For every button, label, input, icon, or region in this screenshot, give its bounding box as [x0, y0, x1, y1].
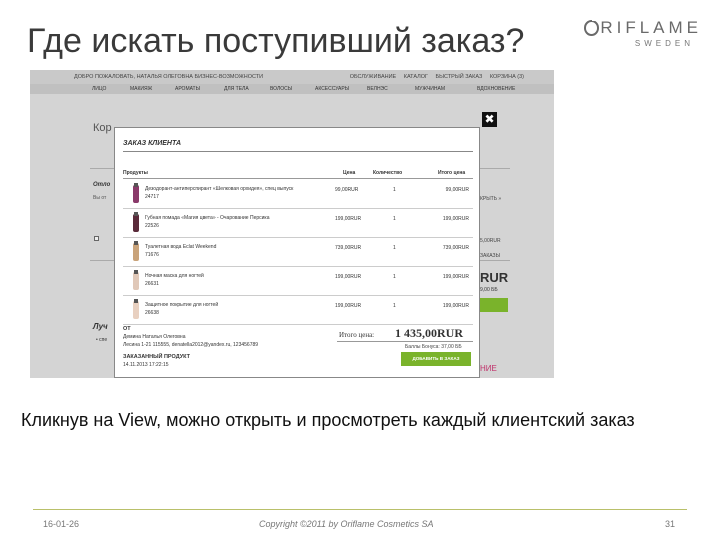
- product-price: 199,00RUR: [335, 216, 362, 222]
- topbar-link-service[interactable]: ОБСЛУЖИВАНИЕ: [350, 74, 397, 80]
- nav-item-wellness[interactable]: ВЕЛНЭС: [367, 86, 388, 92]
- order-row: Дезодорант-антиперспирант «Шелковая орхи…: [123, 180, 473, 209]
- product-name: Ночная маска для ногтей: [145, 273, 204, 279]
- order-row: Защитное покрытие для ногтей 26638 199,00R…: [123, 296, 473, 325]
- slide-title: Где искать поступивший заказ?: [27, 22, 525, 60]
- topbar-link-cart[interactable]: КОРЗИНА (3): [490, 74, 524, 80]
- order-row: Ночная маска для ногтей 26631 199,00RUR 1 19…: [123, 267, 473, 296]
- product-total: 99,00RUR: [445, 187, 469, 193]
- product-qty: 1: [393, 187, 396, 193]
- product-total: 199,00RUR: [442, 274, 469, 280]
- product-code: 22526: [145, 223, 159, 229]
- product-code: 26631: [145, 281, 159, 287]
- product-total: 199,00RUR: [442, 303, 469, 309]
- footer-date: 16-01-26: [43, 519, 80, 529]
- nav-item-makeup[interactable]: МАКИЯЖ: [130, 86, 152, 92]
- bg-page-heading: Кор: [93, 122, 112, 134]
- header-qty: Количество: [373, 170, 403, 176]
- bg-green-button[interactable]: [480, 298, 508, 312]
- bg-best-item: • спе: [96, 337, 108, 343]
- footer-copyright: Copyright ©2011 by Oriflame Cosmetics SA: [259, 519, 434, 529]
- bg-best-heading: Луч: [93, 322, 108, 331]
- header-divider: [123, 178, 473, 179]
- topbar-welcome: ДОБРО ПОЖАЛОВАТЬ, НАТАЛЬЯ ОЛЕГОВНА БИЗНЕ…: [74, 74, 264, 80]
- nav-item-hair[interactable]: ВОЛОСЫ: [270, 86, 292, 92]
- modal-close-button[interactable]: ✖: [482, 112, 497, 127]
- bg-bonus: 9,00 ББ: [480, 287, 498, 293]
- slide-caption: Кликнув на View, можно открыть и просмот…: [21, 410, 635, 430]
- sum-label: Итого цена:: [339, 331, 375, 339]
- from-label: ОТ: [123, 326, 131, 332]
- bg-section-text: Вы от: [93, 195, 107, 201]
- site-topbar: ДОБРО ПОЖАЛОВАТЬ, НАТАЛЬЯ ОЛЕГОВНА БИЗНЕ…: [30, 70, 554, 84]
- bg-orders-link[interactable]: ЗАКАЗЫ: [480, 253, 500, 259]
- product-code: 24717: [145, 194, 159, 200]
- product-total: 199,00RUR: [442, 216, 469, 222]
- product-total: 739,00RUR: [442, 245, 469, 251]
- product-qty: 1: [393, 245, 396, 251]
- topbar-links: ОБСЛУЖИВАНИЕ КАТАЛОГ БЫСТРЫЙ ЗАКАЗ КОРЗИ…: [344, 74, 524, 80]
- bg-section-heading: Отло: [93, 182, 111, 188]
- product-price: 199,00RUR: [335, 274, 362, 280]
- product-thumbnail: [127, 241, 145, 263]
- product-price: 739,00RUR: [335, 245, 362, 251]
- bg-open-link[interactable]: КРЫТЬ »: [480, 196, 501, 202]
- bg-total: RUR: [480, 270, 509, 285]
- footer-divider: [33, 509, 687, 510]
- logo-o-mark: [584, 17, 600, 36]
- product-code: 26638: [145, 310, 159, 316]
- header-total: Итого цена: [438, 170, 466, 176]
- bg-promo-text: НИЕ: [480, 364, 497, 373]
- footer-page-number: 31: [665, 519, 676, 529]
- product-name: Защитное покрытие для ногтей: [145, 302, 219, 308]
- modal-title-divider: [123, 151, 473, 152]
- nav-item-inspiration[interactable]: ВДОХНОВЕНИЕ: [477, 86, 515, 92]
- product-qty: 1: [393, 216, 396, 222]
- product-qty: 1: [393, 274, 396, 280]
- header-price: Цена: [343, 170, 356, 176]
- product-thumbnail: [127, 212, 145, 234]
- website-screenshot: ДОБРО ПОЖАЛОВАТЬ, НАТАЛЬЯ ОЛЕГОВНА БИЗНЕ…: [30, 70, 554, 378]
- bg-checkbox[interactable]: [94, 236, 99, 241]
- sum-divider: [337, 341, 473, 342]
- ordered-label: ЗАКАЗАННЫЙ ПРОДУКТ: [123, 354, 190, 360]
- topbar-link-quick-order[interactable]: БЫСТРЫЙ ЗАКАЗ: [436, 74, 483, 80]
- header-product: Продукты: [123, 170, 148, 176]
- nav-item-accessories[interactable]: АКСЕССУАРЫ: [315, 86, 349, 92]
- from-contact: Лесина 1-21 115555, denatella2012@yandex…: [123, 342, 259, 348]
- nav-item-face[interactable]: ЛИЦО: [92, 86, 106, 92]
- product-price: 199,00RUR: [335, 303, 362, 309]
- nav-item-men[interactable]: МУЖЧИНАМ: [415, 86, 445, 92]
- logo-sub: SWEDEN: [634, 39, 694, 48]
- product-name: Губная помада «Магия цвета» - Очарование…: [145, 215, 270, 221]
- product-thumbnail: [127, 270, 145, 292]
- customer-order-modal: ЗАКАЗ КЛИЕНТА Продукты Цена Количество И…: [114, 127, 480, 378]
- oriflame-logo: RIFLAME SWEDEN: [584, 17, 702, 50]
- order-row: Туалетная вода Eclat Weekend 71676 739,00R…: [123, 238, 473, 267]
- nav-item-body[interactable]: ДЛЯ ТЕЛА: [224, 86, 249, 92]
- product-price: 99,00RUR: [335, 187, 359, 193]
- site-nav: ЛИЦО МАКИЯЖ АРОМАТЫ ДЛЯ ТЕЛА ВОЛОСЫ АКСЕ…: [30, 84, 554, 94]
- logo-brand: RIFLAME: [584, 17, 702, 38]
- bonus-points: Баллы Бонуса: 37,00 ББ: [405, 344, 462, 350]
- product-name: Дезодорант-антиперспирант «Шелковая орхи…: [145, 186, 294, 192]
- product-thumbnail: [127, 299, 145, 321]
- bg-price: 5,00RUR: [480, 238, 501, 244]
- order-row: Губная помада «Магия цвета» - Очарование…: [123, 209, 473, 238]
- topbar-link-catalog[interactable]: КАТАЛОГ: [404, 74, 428, 80]
- from-name: Демина Наталья Олеговна: [123, 334, 186, 340]
- add-to-order-button[interactable]: ДОБАВИТЬ В ЗАКАЗ: [401, 352, 471, 366]
- product-qty: 1: [393, 303, 396, 309]
- modal-title: ЗАКАЗ КЛИЕНТА: [123, 140, 182, 147]
- nav-item-fragrance[interactable]: АРОМАТЫ: [175, 86, 200, 92]
- sum-value: 1 435,00RUR: [395, 326, 463, 340]
- product-thumbnail: [127, 183, 145, 205]
- product-code: 71676: [145, 252, 159, 258]
- product-name: Туалетная вода Eclat Weekend: [145, 244, 217, 250]
- ordered-date: 14.11.2013 17:22:15: [123, 362, 169, 368]
